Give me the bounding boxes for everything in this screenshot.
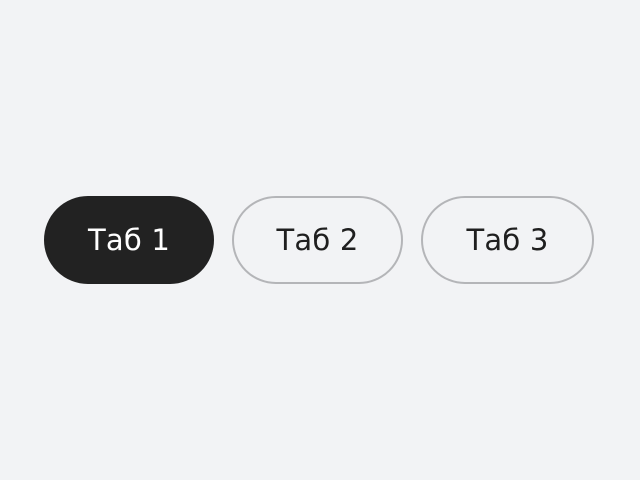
- tab-1-label: Таб 1: [87, 223, 171, 257]
- tab-3-label: Таб 3: [466, 223, 549, 257]
- tab-3[interactable]: Таб 3: [421, 196, 594, 284]
- tab-2-label: Таб 2: [276, 223, 359, 257]
- tab-bar: Таб 1 Таб 2 Таб 3: [44, 196, 594, 284]
- tab-1[interactable]: Таб 1: [44, 196, 214, 284]
- tab-2[interactable]: Таб 2: [232, 196, 403, 284]
- page: { "tabs": { "active_index": 0, "items": …: [0, 0, 640, 480]
